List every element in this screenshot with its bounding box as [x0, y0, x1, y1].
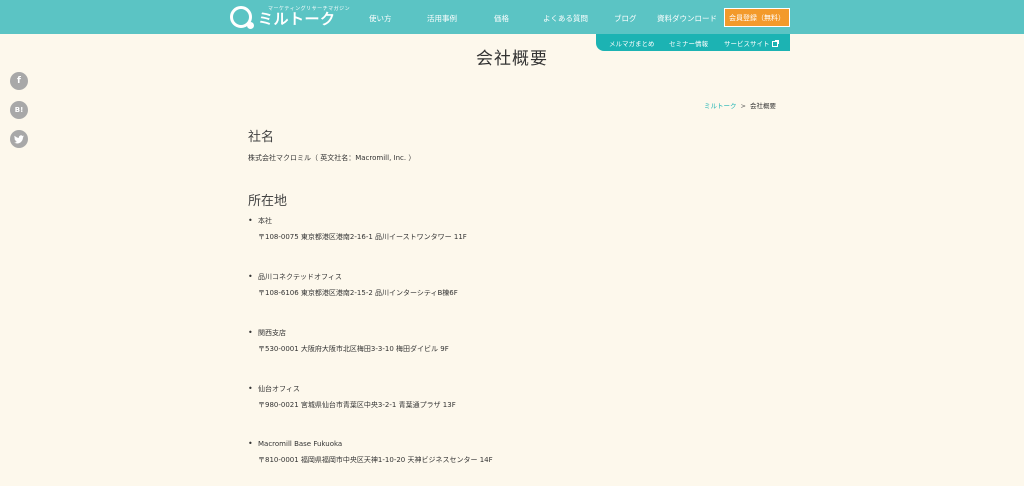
office-name: 本社 — [248, 216, 272, 226]
breadcrumb-home-link[interactable]: ミルトーク — [704, 102, 737, 110]
twitter-bird-icon — [14, 134, 24, 143]
office-address: 〒810-0001 福岡県福岡市中央区天神1-10-20 天神ビジネスセンター … — [258, 456, 493, 464]
office-name: Macromill Base Fukuoka — [248, 439, 342, 448]
breadcrumb-separator: > — [740, 102, 746, 110]
logo-text: ミルトーク — [258, 10, 336, 28]
nav-item-usage[interactable]: 使い方 — [369, 13, 392, 24]
site-header: マーケティングリサーチマガジン ミルトーク 使い方 活用事例 価格 よくある質問… — [0, 0, 1024, 34]
facebook-share-icon[interactable]: f — [10, 72, 28, 90]
nav-item-blog[interactable]: ブログ — [614, 13, 637, 24]
office-address: 〒980-0021 宮城県仙台市青葉区中央3-2-1 青葉通プラザ 13F — [258, 401, 456, 409]
office-address: 〒108-0075 東京都港区港南2-16-1 品川イーストワンタワー 11F — [258, 233, 467, 241]
locations-heading: 所在地 — [248, 194, 288, 209]
office-name: 品川コネクテッドオフィス — [248, 272, 342, 282]
company-name-heading: 社名 — [248, 130, 275, 145]
nav-item-case-studies[interactable]: 活用事例 — [427, 13, 457, 24]
nav-item-pricing[interactable]: 価格 — [494, 13, 509, 24]
twitter-share-icon[interactable] — [10, 130, 28, 148]
breadcrumb: ミルトーク > 会社概要 — [704, 100, 776, 110]
logo-magnifier-icon — [230, 6, 254, 29]
office-address: 〒108-6106 東京都港区港南2-15-2 品川インターシティB棟6F — [258, 289, 458, 297]
office-name: 関西支店 — [248, 328, 286, 338]
site-logo[interactable]: マーケティングリサーチマガジン ミルトーク — [230, 5, 350, 29]
office-name: 仙台オフィス — [248, 384, 300, 394]
nav-item-faq[interactable]: よくある質問 — [543, 13, 588, 24]
page-title: 会社概要 — [476, 49, 548, 69]
hatena-bookmark-icon[interactable]: B! — [10, 101, 28, 119]
company-name-text: 株式会社マクロミル（ 英文社名：Macromill, Inc. ） — [248, 154, 416, 162]
breadcrumb-current: 会社概要 — [750, 102, 776, 110]
nav-item-download[interactable]: 資料ダウンロード — [657, 13, 717, 24]
office-address: 〒530-0001 大阪府大阪市北区梅田3-3-10 梅田ダイビル 9F — [258, 345, 449, 353]
logo-text-group: マーケティングリサーチマガジン ミルトーク — [258, 7, 350, 27]
signup-button[interactable]: 会員登録（無料） — [724, 8, 790, 27]
